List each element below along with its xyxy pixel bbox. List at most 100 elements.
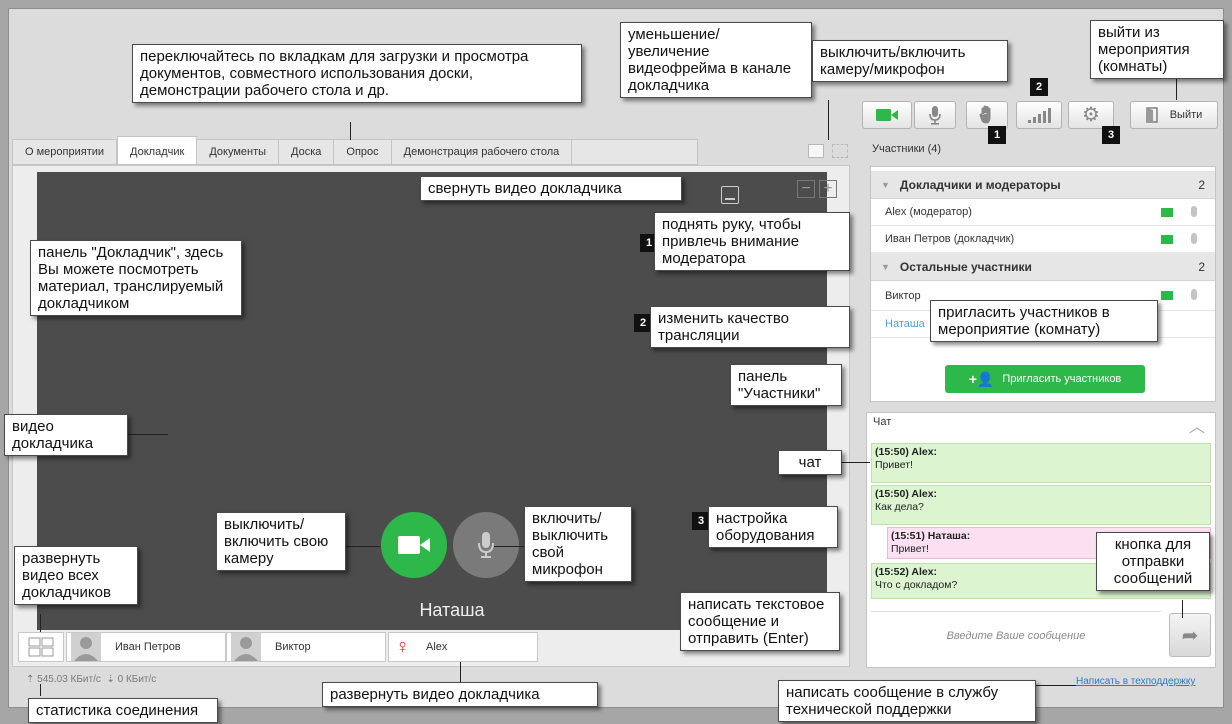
- fullscreen-icon[interactable]: [832, 144, 848, 158]
- tab-about[interactable]: О мероприятии: [13, 140, 118, 164]
- settings-button[interactable]: ⚙: [1068, 101, 1114, 129]
- tab-poll[interactable]: Опрос: [334, 140, 392, 164]
- connector: [842, 462, 870, 463]
- microphone-icon: [1191, 289, 1197, 300]
- video-thumb-1[interactable]: Иван Петров: [66, 632, 226, 662]
- quality-button[interactable]: [1016, 101, 1062, 129]
- own-microphone-button[interactable]: [453, 512, 519, 578]
- video-thumb-2[interactable]: Виктор: [226, 632, 386, 662]
- group-count: 2: [1198, 177, 1205, 192]
- connector: [494, 546, 524, 547]
- microphone-toggle-button[interactable]: [914, 101, 956, 129]
- msg-head: (15:52) Alex:: [875, 566, 938, 578]
- connector: [128, 434, 168, 435]
- send-button[interactable]: ➦: [1169, 613, 1211, 657]
- raise-hand-button[interactable]: [966, 101, 1008, 129]
- door-icon: [1146, 107, 1158, 123]
- badge-3: 3: [1102, 126, 1120, 144]
- upload-rate: 545.03 КБит/с: [37, 674, 101, 685]
- microphone-icon: [1191, 233, 1197, 244]
- microphone-icon: [478, 532, 494, 558]
- participant-name: Виктор: [885, 289, 921, 302]
- annotation-zoom: уменьшение/ увеличение видеофрейма в кан…: [620, 22, 812, 98]
- msg-head: (15:50) Alex:: [875, 446, 938, 458]
- participant-row[interactable]: Alex (модератор): [871, 199, 1215, 226]
- badge-2: 2: [1030, 78, 1048, 96]
- msg-text: Как дела?: [875, 501, 924, 513]
- zoom-in-button[interactable]: +: [819, 180, 837, 198]
- download-icon: ⇣: [106, 674, 115, 685]
- group-others[interactable]: ▼ Остальные участники 2: [871, 253, 1215, 281]
- tab-presenter[interactable]: Докладчик: [117, 136, 198, 164]
- tab-whiteboard[interactable]: Доска: [279, 140, 335, 164]
- participants-panel: ▼ Докладчики и модераторы 2 Alex (модера…: [870, 166, 1216, 402]
- annotation-chat: чат: [778, 450, 842, 475]
- msg-text: Что с докладом?: [875, 579, 958, 591]
- group-name: Остальные участники: [899, 259, 1032, 274]
- camera-icon: [876, 109, 898, 121]
- annotation-own-mic: включить/ выключить свой микрофон: [524, 506, 632, 582]
- annotation-tabs: переключайтесь по вкладкам для загрузки …: [132, 44, 582, 103]
- tab-bar: О мероприятии Докладчик Документы Доска …: [12, 136, 698, 165]
- camera-icon: [1161, 291, 1173, 300]
- avatar-icon: [71, 633, 101, 661]
- thumb-name: Alex: [426, 641, 448, 653]
- zoom-out-button[interactable]: −: [797, 180, 815, 198]
- download-rate: 0 КБит/с: [117, 674, 157, 685]
- connector: [346, 546, 380, 547]
- tab-documents[interactable]: Документы: [197, 140, 280, 164]
- participant-row[interactable]: Иван Петров (докладчик): [871, 226, 1215, 253]
- group-presenters[interactable]: ▼ Докладчики и модераторы 2: [871, 171, 1215, 199]
- add-user-icon: +👤: [968, 370, 995, 387]
- invite-label: Пригласить участников: [1002, 373, 1122, 385]
- collapse-video-button[interactable]: [721, 186, 739, 204]
- video-thumb-3[interactable]: ♀ Alex: [388, 632, 538, 662]
- exit-button[interactable]: Выйти: [1130, 101, 1218, 129]
- connector: [1176, 76, 1177, 100]
- annotation-cam-mic: выключить/включить камеру/микрофон: [812, 40, 1008, 82]
- connection-stats: ⇡ 545.03 КБит/с ⇣ 0 КБит/с: [26, 674, 156, 685]
- participant-name: Alex (модератор): [885, 206, 972, 218]
- chat-input[interactable]: Введите Ваше сообщение: [871, 611, 1161, 659]
- gear-icon: ⚙: [1082, 104, 1100, 126]
- group-count: 2: [1198, 259, 1205, 274]
- annotation-own-camera: выключить/ включить свою камеру: [216, 512, 346, 571]
- connector: [460, 662, 461, 682]
- connector: [40, 684, 41, 696]
- annotation-stats: статистика соединения: [28, 698, 218, 723]
- expand-all-videos-button[interactable]: [18, 632, 64, 662]
- participant-name: Иван Петров (докладчик): [885, 233, 1015, 245]
- connector: [40, 614, 41, 632]
- upload-icon: ⇡: [26, 674, 35, 685]
- microphone-icon: [1191, 206, 1197, 217]
- tab-desktop-share[interactable]: Демонстрация рабочего стола: [392, 140, 573, 164]
- connector: [1036, 685, 1076, 686]
- collapse-chevron-icon[interactable]: ︿: [1189, 413, 1205, 437]
- signal-bars-icon: [1028, 108, 1051, 123]
- chat-title: Чат: [873, 416, 892, 428]
- thumb-name: Виктор: [275, 641, 311, 653]
- msg-text: Привет!: [891, 543, 929, 555]
- msg-text: Привет!: [875, 459, 913, 471]
- camera-icon: [398, 536, 430, 554]
- badge-1: 1: [988, 126, 1006, 144]
- annotation-invite: пригласить участников в мероприятие (ком…: [930, 300, 1158, 342]
- hand-icon: [979, 105, 991, 124]
- layout-single-icon[interactable]: [808, 144, 824, 158]
- camera-toggle-button[interactable]: [862, 101, 912, 129]
- annotation-quality: изменить качество трансляции: [650, 306, 850, 348]
- connector: [1182, 600, 1183, 618]
- thumb-name: Иван Петров: [115, 641, 181, 653]
- grid-icon: [28, 637, 54, 657]
- exit-label: Выйти: [1169, 109, 1203, 121]
- annotation-collapse-video: свернуть видео докладчика: [420, 176, 682, 201]
- annotation-send: кнопка для отправки сообщений: [1096, 532, 1210, 591]
- support-link[interactable]: Написать в техподдержку: [1076, 676, 1195, 687]
- female-icon: ♀: [395, 635, 410, 658]
- group-name: Докладчики и модераторы: [899, 177, 1061, 192]
- participants-header: Участники (4): [872, 143, 942, 155]
- invite-participants-button[interactable]: +👤 Пригласить участников: [945, 365, 1145, 393]
- own-camera-button[interactable]: [381, 512, 447, 578]
- camera-icon: [1161, 208, 1173, 217]
- annotation-participants-panel: панель "Участники": [730, 364, 842, 406]
